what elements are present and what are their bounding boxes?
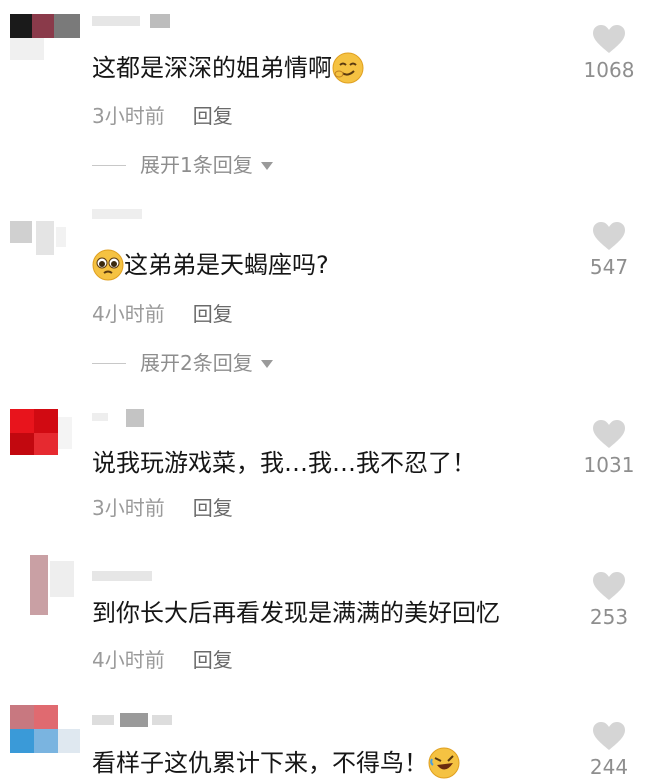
comment-text-content: 看样子这仇累计下来，不得鸟！ xyxy=(92,749,428,777)
like-button[interactable]: 253 xyxy=(574,571,644,629)
reply-button[interactable]: 回复 xyxy=(193,648,233,672)
divider xyxy=(92,362,126,364)
expand-replies-label: 展开2条回复 xyxy=(140,351,253,375)
like-count: 547 xyxy=(589,255,629,279)
comment-meta: 4小时前 回复 xyxy=(92,647,233,673)
divider xyxy=(92,164,126,166)
like-button[interactable]: 547 xyxy=(574,221,644,279)
comment-meta: 3小时前 回复 xyxy=(92,103,233,129)
reply-button[interactable]: 回复 xyxy=(193,104,233,128)
reply-button[interactable]: 回复 xyxy=(193,496,233,520)
comment-text-content: 这弟弟是天蝎座吗? xyxy=(124,251,329,279)
rofl-emoji-icon xyxy=(428,747,460,779)
heart-icon xyxy=(593,222,625,250)
timestamp: 4小时前 xyxy=(92,648,165,672)
heart-icon xyxy=(593,722,625,750)
avatar[interactable] xyxy=(10,705,82,753)
comment-item: 说我玩游戏菜，我…我…我不忍了！ 3小时前 回复 1031 xyxy=(0,395,660,545)
expand-replies-button[interactable]: 展开1条回复 xyxy=(92,152,273,178)
smirk-emoji-icon xyxy=(332,52,364,84)
chevron-down-icon xyxy=(260,360,273,368)
chevron-down-icon xyxy=(260,162,273,170)
timestamp: 3小时前 xyxy=(92,496,165,520)
comment-item: 这都是深深的姐弟情啊 3小时前 回复 展开1条回复 1068 xyxy=(0,0,660,195)
avatar[interactable] xyxy=(10,14,82,62)
like-count: 1068 xyxy=(583,58,635,82)
timestamp: 4小时前 xyxy=(92,302,165,326)
comment-item: 这弟弟是天蝎座吗? 4小时前 回复 展开2条回复 547 xyxy=(0,195,660,395)
like-button[interactable]: 1031 xyxy=(574,419,644,477)
like-count: 244 xyxy=(589,755,629,779)
comment-meta: 3小时前 回复 xyxy=(92,495,233,521)
comment-item: 到你长大后再看发现是满满的美好回忆 4小时前 回复 253 xyxy=(0,545,660,695)
comment-item: 看样子这仇累计下来，不得鸟！ 244 xyxy=(0,695,660,782)
pleading-emoji-icon xyxy=(92,249,124,281)
expand-replies-label: 展开1条回复 xyxy=(140,153,253,177)
heart-icon xyxy=(593,25,625,53)
comment-text: 这都是深深的姐弟情啊 xyxy=(92,52,364,84)
like-count: 1031 xyxy=(583,453,635,477)
comment-meta: 4小时前 回复 xyxy=(92,301,233,327)
heart-icon xyxy=(593,572,625,600)
comment-text-content: 说我玩游戏菜，我…我…我不忍了！ xyxy=(92,449,476,477)
avatar[interactable] xyxy=(10,555,82,617)
comment-text: 说我玩游戏菜，我…我…我不忍了！ xyxy=(92,447,476,479)
timestamp: 3小时前 xyxy=(92,104,165,128)
like-button[interactable]: 244 xyxy=(574,721,644,779)
comment-text-content: 这都是深深的姐弟情啊 xyxy=(92,54,332,82)
comment-text-content: 到你长大后再看发现是满满的美好回忆 xyxy=(92,599,500,627)
avatar[interactable] xyxy=(10,213,82,261)
like-count: 253 xyxy=(589,605,629,629)
heart-icon xyxy=(593,420,625,448)
comment-text: 这弟弟是天蝎座吗? xyxy=(92,249,329,281)
avatar[interactable] xyxy=(10,409,82,457)
expand-replies-button[interactable]: 展开2条回复 xyxy=(92,350,273,376)
like-button[interactable]: 1068 xyxy=(574,24,644,82)
comment-text: 看样子这仇累计下来，不得鸟！ xyxy=(92,747,460,779)
reply-button[interactable]: 回复 xyxy=(193,302,233,326)
comment-text: 到你长大后再看发现是满满的美好回忆 xyxy=(92,597,500,629)
